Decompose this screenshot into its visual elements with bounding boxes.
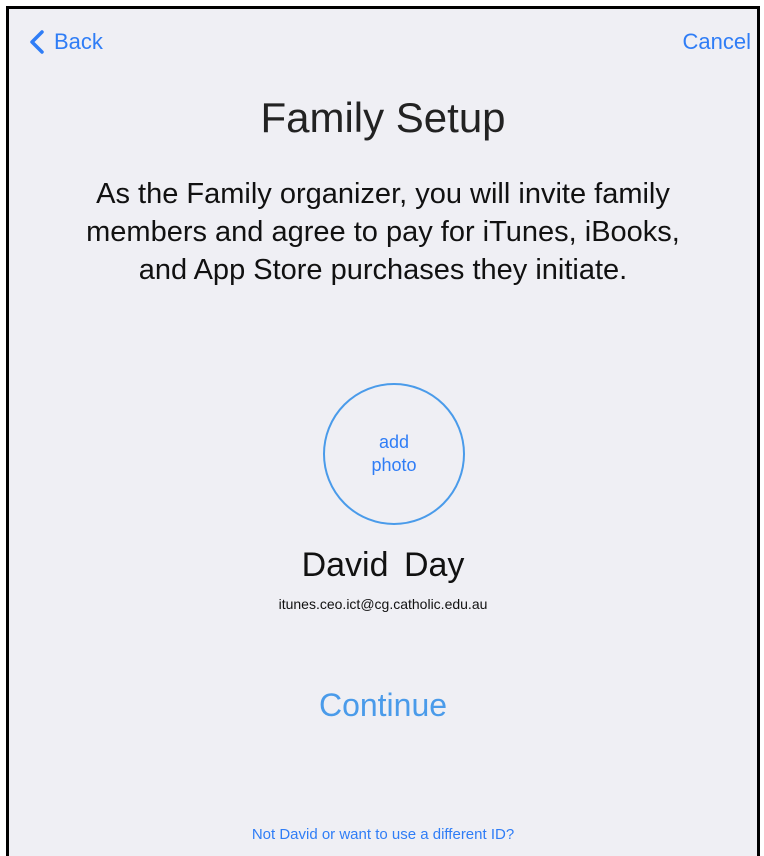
back-button[interactable]: Back <box>27 29 103 55</box>
add-photo-button[interactable]: add photo <box>323 383 465 525</box>
organizer-description: As the Family organizer, you will invite… <box>86 178 680 286</box>
chevron-left-icon <box>30 30 44 54</box>
user-name: David Day <box>301 546 465 584</box>
continue-button[interactable]: Continue <box>9 685 757 725</box>
page-title: Family Setup <box>260 94 506 141</box>
navigation-bar: Back Cancel <box>9 9 757 73</box>
cancel-button[interactable]: Cancel <box>683 29 751 55</box>
different-id-link[interactable]: Not David or want to use a different ID? <box>9 825 757 845</box>
user-email: itunes.ceo.ict@cg.catholic.edu.au <box>278 596 488 612</box>
add-photo-label: add photo <box>371 432 417 475</box>
family-setup-screen: Back Cancel Family Setup As the Family o… <box>6 6 760 856</box>
back-button-label: Back <box>54 29 103 54</box>
